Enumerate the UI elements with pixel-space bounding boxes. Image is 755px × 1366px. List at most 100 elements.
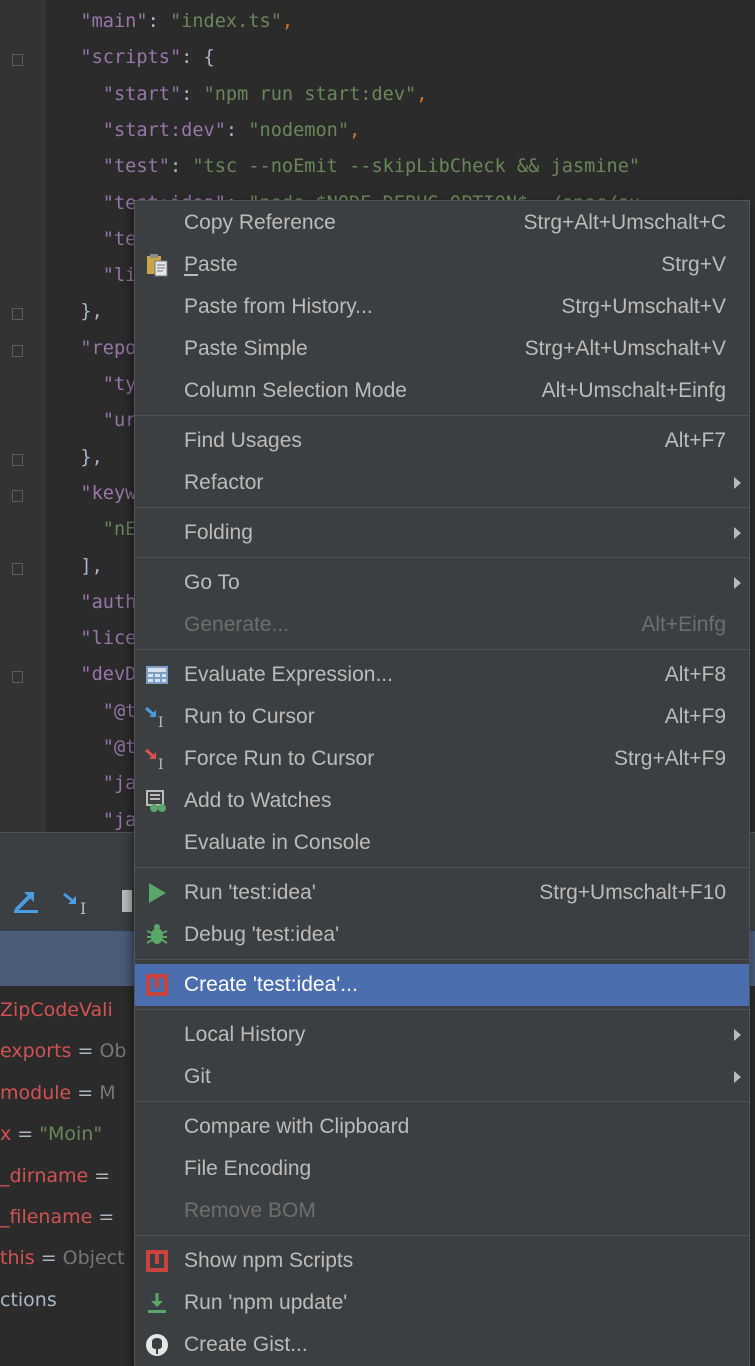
menu-item-show-npm-scripts[interactable]: Show npm Scripts xyxy=(135,1240,749,1282)
menu-item-label: Generate... xyxy=(184,613,290,636)
menu-item-shortcut: Strg+V xyxy=(661,253,726,276)
step-out-icon[interactable] xyxy=(12,888,42,914)
menu-item-go-to[interactable]: Go To xyxy=(135,562,749,604)
menu-item-shortcut: Alt+Einfg xyxy=(641,613,726,636)
menu-item-create-gist[interactable]: Create Gist... xyxy=(135,1324,749,1366)
fold-marker-icon[interactable] xyxy=(12,671,23,684)
variable-row[interactable]: exports = Ob xyxy=(0,1031,126,1072)
variable-row[interactable]: ZipCodeVali xyxy=(0,990,113,1031)
menu-item-shortcut: Alt+F9 xyxy=(664,705,726,728)
menu-item-run-to-cursor[interactable]: I Run to Cursor Alt+F9 xyxy=(135,696,749,738)
menu-item-label: Run to Cursor xyxy=(184,705,315,728)
menu-item-create-script[interactable]: Create 'test:idea'... xyxy=(135,964,749,1006)
menu-item-label: Evaluate Expression... xyxy=(184,663,393,686)
menu-separator xyxy=(135,507,749,508)
menu-item-add-to-watches[interactable]: Add to Watches xyxy=(135,780,749,822)
menu-item-label: Add to Watches xyxy=(184,789,332,812)
menu-item-paste-from-history[interactable]: Paste from History... Strg+Umschalt+V xyxy=(135,286,749,328)
menu-item-shortcut: Strg+Umschalt+V xyxy=(561,295,726,318)
svg-text:I: I xyxy=(80,899,86,916)
menu-item-force-run-to-cursor[interactable]: I Force Run to Cursor Strg+Alt+F9 xyxy=(135,738,749,780)
fold-marker-icon[interactable] xyxy=(12,54,23,67)
fold-marker-icon[interactable] xyxy=(12,489,23,502)
menu-item-paste-simple[interactable]: Paste Simple Strg+Alt+Umschalt+V xyxy=(135,328,749,370)
menu-item-git[interactable]: Git xyxy=(135,1056,749,1098)
submenu-arrow-icon xyxy=(734,577,741,589)
run-icon xyxy=(149,883,166,903)
menu-item-shortcut: Strg+Alt+F9 xyxy=(613,747,726,770)
menu-item-find-usages[interactable]: Find Usages Alt+F7 xyxy=(135,420,749,462)
variable-row[interactable]: _dirname = xyxy=(0,1156,110,1197)
code-line: "ja xyxy=(102,809,137,831)
menu-item-evaluate-expression[interactable]: Evaluate Expression... Alt+F8 xyxy=(135,654,749,696)
menu-item-label: Compare with Clipboard xyxy=(184,1115,410,1138)
menu-separator xyxy=(135,867,749,868)
variable-row[interactable]: module = M xyxy=(0,1073,116,1114)
variable-row[interactable]: this = Object xyxy=(0,1238,125,1279)
menu-item-label: Debug 'test:idea' xyxy=(184,923,340,946)
menu-item-run-script[interactable]: Run 'test:idea' Strg+Umschalt+F10 xyxy=(135,872,749,914)
menu-item-label: Show npm Scripts xyxy=(184,1249,354,1272)
menu-item-run-npm-update[interactable]: Run 'npm update' xyxy=(135,1282,749,1324)
menu-item-label: Evaluate in Console xyxy=(184,831,371,854)
menu-item-label: Paste xyxy=(184,253,238,276)
variable-row[interactable]: x = "Moin" xyxy=(0,1114,102,1155)
menu-item-shortcut: Strg+Umschalt+F10 xyxy=(539,881,726,904)
fold-marker-icon[interactable] xyxy=(12,308,23,321)
menu-separator xyxy=(135,649,749,650)
editor-gutter xyxy=(0,0,46,832)
menu-item-label: Paste from History... xyxy=(184,295,373,318)
menu-item-copy-reference[interactable]: Copy Reference Strg+Alt+Umschalt+C xyxy=(135,202,749,244)
variable-row[interactable]: ctions xyxy=(0,1280,57,1321)
npm-config-icon xyxy=(146,974,168,996)
menu-item-shortcut: Alt+F8 xyxy=(664,663,726,686)
submenu-arrow-icon xyxy=(734,527,741,539)
fold-marker-icon[interactable] xyxy=(12,453,23,466)
menu-item-label: Refactor xyxy=(184,471,264,494)
menu-item-label: Run 'test:idea' xyxy=(184,881,316,904)
menu-item-label: Copy Reference xyxy=(184,211,336,234)
menu-item-column-selection-mode[interactable]: Column Selection Mode Alt+Umschalt+Einfg xyxy=(135,370,749,412)
menu-item-paste[interactable]: Paste Strg+V xyxy=(135,244,749,286)
npm-icon xyxy=(146,1250,168,1272)
calculator-icon xyxy=(146,666,168,684)
download-update-icon xyxy=(148,1293,166,1313)
submenu-arrow-icon xyxy=(734,1071,741,1083)
menu-item-label: Folding xyxy=(184,521,253,544)
menu-item-evaluate-in-console[interactable]: Evaluate in Console xyxy=(135,822,749,864)
menu-item-label: Local History xyxy=(184,1023,306,1046)
submenu-arrow-icon xyxy=(734,477,741,489)
menu-item-label: Column Selection Mode xyxy=(184,379,407,402)
menu-separator xyxy=(135,1009,749,1010)
menu-item-label: Git xyxy=(184,1065,211,1088)
variable-row[interactable]: _filename = xyxy=(0,1197,114,1238)
menu-item-file-encoding[interactable]: File Encoding xyxy=(135,1148,749,1190)
menu-item-refactor[interactable]: Refactor xyxy=(135,462,749,504)
menu-item-shortcut: Strg+Alt+Umschalt+V xyxy=(524,337,726,360)
menu-item-label: Create Gist... xyxy=(184,1333,308,1356)
menu-item-local-history[interactable]: Local History xyxy=(135,1014,749,1056)
context-menu: Copy Reference Strg+Alt+Umschalt+C Paste… xyxy=(134,200,750,1366)
menu-item-shortcut: Strg+Alt+Umschalt+C xyxy=(523,211,727,234)
fold-marker-icon[interactable] xyxy=(12,562,23,575)
github-icon xyxy=(146,1334,168,1356)
menu-item-generate[interactable]: Generate... Alt+Einfg xyxy=(135,604,749,646)
run-to-cursor-icon: I xyxy=(145,706,164,729)
menu-item-label: Create 'test:idea'... xyxy=(184,973,358,996)
debug-bug-icon xyxy=(146,924,168,944)
menu-item-debug-script[interactable]: Debug 'test:idea' xyxy=(135,914,749,956)
menu-item-remove-bom[interactable]: Remove BOM xyxy=(135,1190,749,1232)
fold-marker-icon[interactable] xyxy=(12,344,23,357)
menu-item-folding[interactable]: Folding xyxy=(135,512,749,554)
force-run-to-cursor-icon: I xyxy=(145,748,164,771)
menu-item-shortcut: Alt+F7 xyxy=(664,429,726,452)
run-to-cursor-toolbar-icon[interactable]: I xyxy=(62,890,94,916)
menu-item-label: Remove BOM xyxy=(184,1199,316,1222)
menu-separator xyxy=(135,415,749,416)
svg-text:I: I xyxy=(158,715,164,729)
toolbar-icon-partial[interactable] xyxy=(122,890,132,912)
menu-item-compare-with-clipboard[interactable]: Compare with Clipboard xyxy=(135,1106,749,1148)
menu-item-shortcut: Alt+Umschalt+Einfg xyxy=(541,379,726,402)
submenu-arrow-icon xyxy=(734,1029,741,1041)
paste-icon xyxy=(147,254,168,277)
